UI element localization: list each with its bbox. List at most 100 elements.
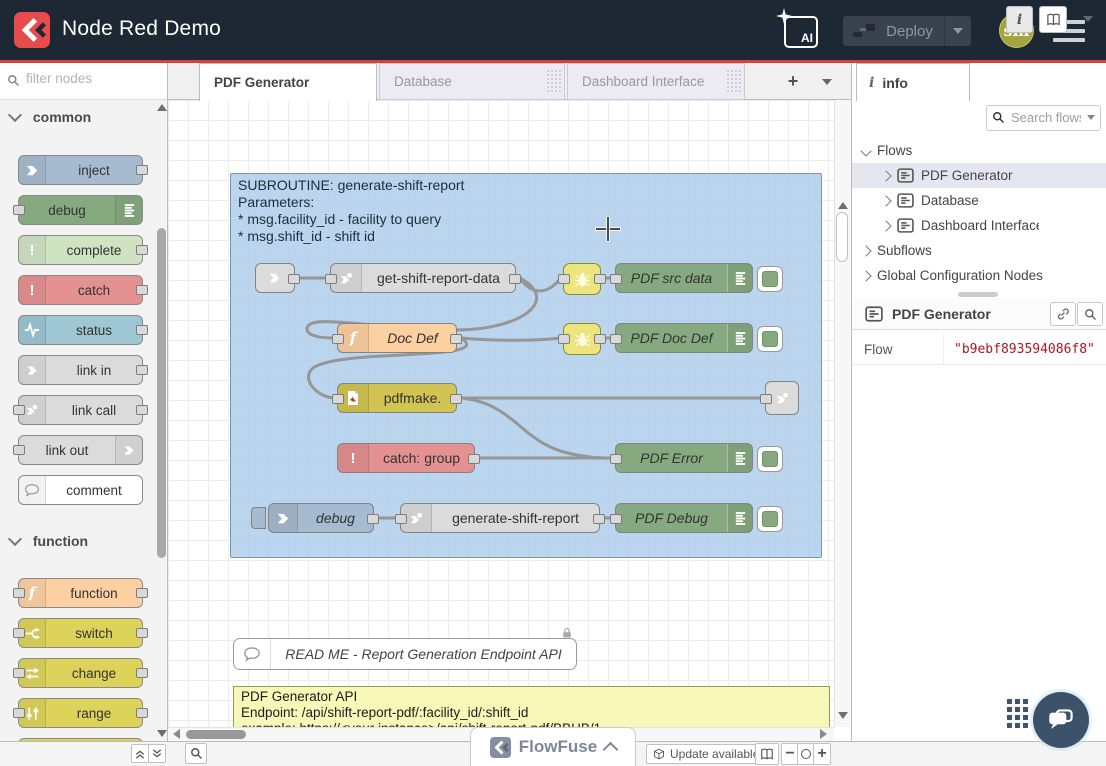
node-catch-group[interactable]: ! catch: group (337, 443, 475, 473)
port-in[interactable] (325, 274, 337, 284)
canvas-vscrollbar[interactable] (834, 100, 851, 727)
port-in[interactable] (13, 628, 25, 638)
palette-node-range[interactable]: range (18, 698, 143, 728)
node-pdf-doc-def[interactable]: PDF Doc Def (615, 323, 753, 353)
port-in[interactable] (610, 454, 622, 464)
inject-button[interactable] (251, 507, 266, 529)
node-breakpoint-bug[interactable] (563, 263, 601, 295)
palette-node-comment[interactable]: comment (18, 475, 143, 505)
palette-section-function[interactable]: function (10, 533, 88, 549)
port-out[interactable] (136, 365, 148, 375)
palette-scrollbar-thumb[interactable] (157, 228, 166, 558)
expand-palette-button[interactable] (148, 744, 166, 763)
port-in[interactable] (13, 405, 25, 415)
sidebar-resize-handle[interactable] (958, 292, 998, 297)
node-pdf-error[interactable]: PDF Error (615, 443, 753, 473)
palette-node-debug[interactable]: debug (18, 195, 143, 225)
tree-item-global-config[interactable]: Global Configuration Nodes (852, 263, 1106, 288)
scroll-down-icon[interactable] (157, 730, 167, 737)
port-out[interactable] (136, 325, 148, 335)
port-out[interactable] (594, 334, 606, 344)
scroll-down-icon[interactable] (838, 712, 848, 719)
node-inject-debug[interactable]: debug (268, 503, 374, 533)
palette-node-switch[interactable]: switch (18, 618, 143, 648)
scroll-right-icon[interactable] (820, 729, 827, 739)
port-in[interactable] (558, 274, 570, 284)
tab-pdf-generator[interactable]: PDF Generator (199, 63, 377, 101)
node-pdf-src-data[interactable]: PDF src data (615, 263, 753, 293)
port-out[interactable] (136, 165, 148, 175)
collapse-palette-button[interactable] (131, 744, 149, 763)
debug-toggle-button[interactable] (757, 266, 783, 292)
flowfuse-banner[interactable]: FlowFuse (470, 727, 636, 766)
canvas-vscrollbar-thumb[interactable] (836, 212, 848, 262)
port-in[interactable] (610, 334, 622, 344)
copy-link-button[interactable] (1050, 302, 1076, 326)
search-flows-box[interactable] (986, 105, 1101, 131)
port-out[interactable] (594, 274, 606, 284)
port-out[interactable] (509, 274, 521, 284)
port-out[interactable] (468, 454, 480, 464)
palette-node-complete[interactable]: ! complete (18, 235, 143, 265)
port-out[interactable] (367, 514, 379, 524)
port-out[interactable] (136, 245, 148, 255)
tab-dashboard-interface[interactable]: Dashboard Interface (567, 63, 745, 100)
flow-list-caret[interactable] (814, 69, 840, 94)
node-doc-def[interactable]: f Doc Def (337, 323, 457, 353)
deploy-button[interactable]: Deploy (843, 16, 971, 46)
scroll-up-icon[interactable] (157, 104, 167, 111)
palette-node-link-out[interactable]: link out (18, 435, 143, 465)
port-in[interactable] (760, 394, 772, 404)
port-out[interactable] (136, 628, 148, 638)
sticky-note[interactable]: PDF Generator API Endpoint: /api/shift-r… (233, 686, 830, 727)
node-generate-shift-report[interactable]: generate-shift-report (400, 503, 600, 533)
node-link-in[interactable] (255, 263, 295, 293)
add-flow-button[interactable]: + (780, 69, 806, 94)
debug-toggle-button[interactable] (757, 446, 783, 472)
port-in[interactable] (610, 514, 622, 524)
port-out[interactable] (136, 285, 148, 295)
port-in[interactable] (13, 445, 25, 455)
port-in[interactable] (332, 394, 344, 404)
zoom-in-button[interactable]: + (813, 743, 831, 765)
node-comment-readme[interactable]: READ ME - Report Generation Endpoint API (233, 638, 577, 670)
port-in[interactable] (395, 514, 407, 524)
tab-info[interactable]: i info (856, 63, 970, 101)
debug-toggle-button[interactable] (757, 506, 783, 532)
port-out[interactable] (288, 274, 300, 284)
widget-drag-dots[interactable] (1007, 699, 1028, 728)
node-pdfmake[interactable]: pdfmake. (337, 383, 457, 413)
tab-database[interactable]: Database (379, 63, 565, 100)
port-out[interactable] (136, 588, 148, 598)
node-pdf-debug[interactable]: PDF Debug (615, 503, 753, 533)
palette-node-status[interactable]: status (18, 315, 143, 345)
port-out[interactable] (136, 405, 148, 415)
port-out[interactable] (450, 334, 462, 344)
deploy-menu-caret[interactable] (945, 28, 971, 34)
search-flows-input[interactable] (1009, 109, 1083, 126)
palette-section-common[interactable]: common (10, 109, 91, 125)
node-breakpoint-bug[interactable] (563, 323, 601, 355)
port-in[interactable] (332, 334, 344, 344)
filter-nodes-input[interactable] (24, 70, 158, 87)
port-in[interactable] (13, 708, 25, 718)
node-link-out[interactable] (765, 381, 799, 415)
flow-id-value[interactable]: "b9ebf893594086f8" (944, 334, 1106, 364)
sidebar-menu-caret[interactable] (1077, 6, 1099, 31)
navigator-button[interactable] (755, 743, 779, 765)
tree-item-flows[interactable]: Flows (852, 138, 1106, 163)
port-in[interactable] (13, 588, 25, 598)
scroll-up-icon[interactable] (838, 202, 848, 209)
help-book-button[interactable] (1039, 6, 1067, 33)
palette-node-catch[interactable]: ! catch (18, 275, 143, 305)
canvas-hscrollbar-thumb[interactable] (186, 730, 246, 739)
info-tab-button[interactable]: i (1006, 6, 1033, 33)
workspace-canvas[interactable]: SUBROUTINE: generate-shift-reportParamet… (168, 100, 851, 741)
palette-node-link-call[interactable]: link call (18, 395, 143, 425)
port-out[interactable] (136, 708, 148, 718)
port-in[interactable] (13, 205, 25, 215)
ai-assistant-button[interactable]: AI (784, 16, 818, 48)
tree-item-pdf-generator[interactable]: PDF Generator (852, 163, 1106, 188)
zoom-to-flow-button[interactable] (1077, 302, 1103, 326)
chat-widget-button[interactable] (1033, 692, 1089, 748)
